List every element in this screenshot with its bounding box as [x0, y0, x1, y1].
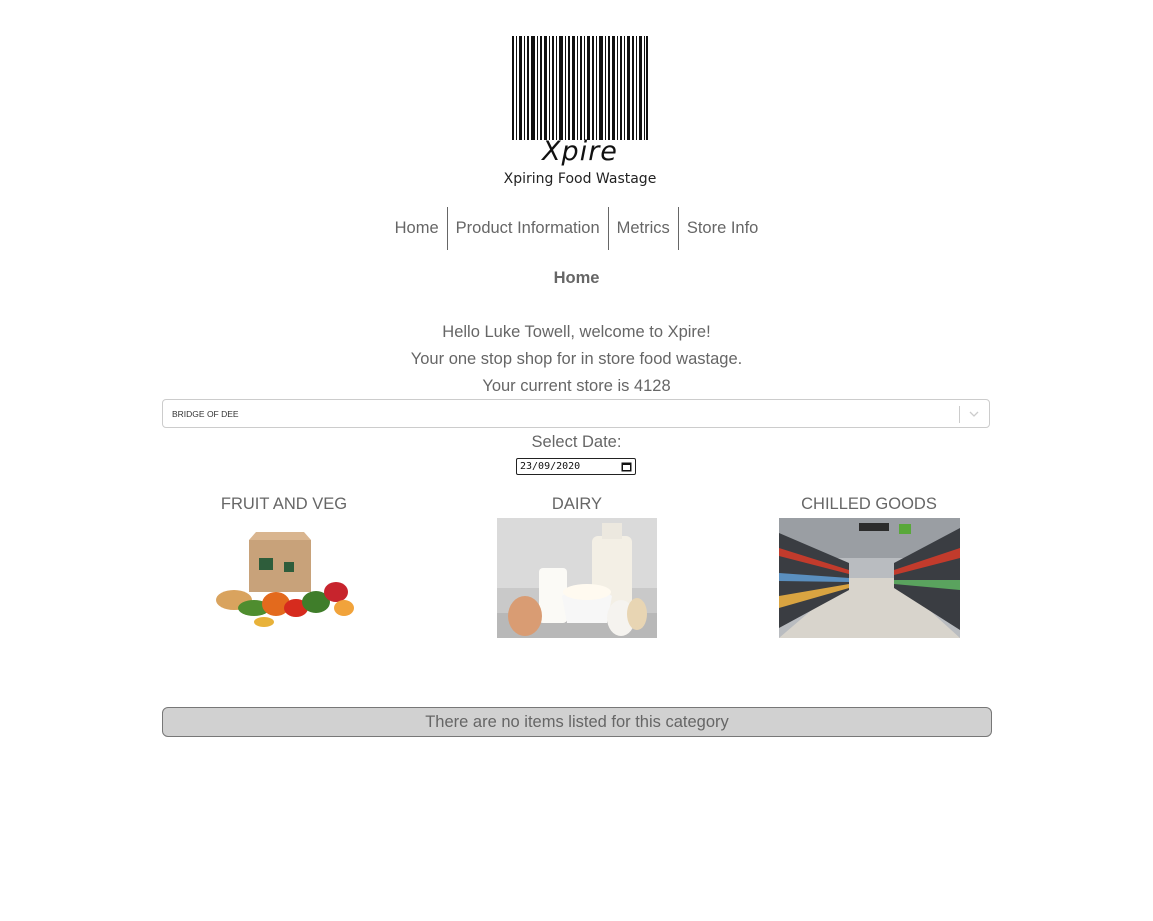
chilled-goods-image[interactable]	[778, 518, 960, 638]
xpire-logo: Xpire Xpiring Food Wastage	[500, 34, 660, 194]
category-dairy[interactable]: DAIRY	[432, 494, 722, 638]
category-fruit-and-veg[interactable]: FRUIT AND VEG	[139, 494, 429, 638]
calendar-icon[interactable]	[621, 461, 632, 472]
store-select[interactable]: BRIDGE OF DEE	[162, 399, 990, 428]
nav-home[interactable]: Home	[387, 207, 447, 250]
current-store-text: Your current store is 4128	[482, 377, 671, 395]
dairy-image[interactable]	[497, 518, 657, 638]
barcode-icon	[512, 36, 648, 140]
fruit-veg-image[interactable]	[204, 518, 364, 638]
nav-metrics[interactable]: Metrics	[607, 207, 678, 250]
category-chilled-goods[interactable]: CHILLED GOODS	[724, 494, 1014, 638]
welcome-message: Hello Luke Towell, welcome to Xpire! You…	[0, 319, 1153, 400]
chevron-down-icon[interactable]	[967, 407, 981, 421]
category-title: FRUIT AND VEG	[220, 495, 348, 513]
welcome-greeting: Hello Luke Towell, welcome to Xpire!	[442, 323, 711, 341]
nav-store-info[interactable]: Store Info	[677, 207, 767, 250]
date-input[interactable]: 23/09/2020	[516, 458, 636, 475]
category-title: DAIRY	[551, 495, 603, 513]
logo-tagline: Xpiring Food Wastage	[503, 171, 657, 187]
logo-word: Xpire	[542, 136, 618, 167]
no-items-notice: There are no items listed for this categ…	[162, 707, 992, 737]
select-divider	[959, 406, 960, 423]
page-title: Home	[553, 269, 600, 287]
nav-product-information[interactable]: Product Information	[446, 207, 608, 250]
welcome-tagline: Your one stop shop for in store food was…	[410, 350, 743, 368]
category-title: CHILLED GOODS	[801, 495, 937, 513]
date-label: Select Date:	[531, 433, 622, 451]
store-select-value: BRIDGE OF DEE	[172, 409, 239, 419]
date-value: 23/09/2020	[520, 461, 581, 472]
main-nav: Home Product Information Metrics Store I…	[0, 207, 1153, 250]
